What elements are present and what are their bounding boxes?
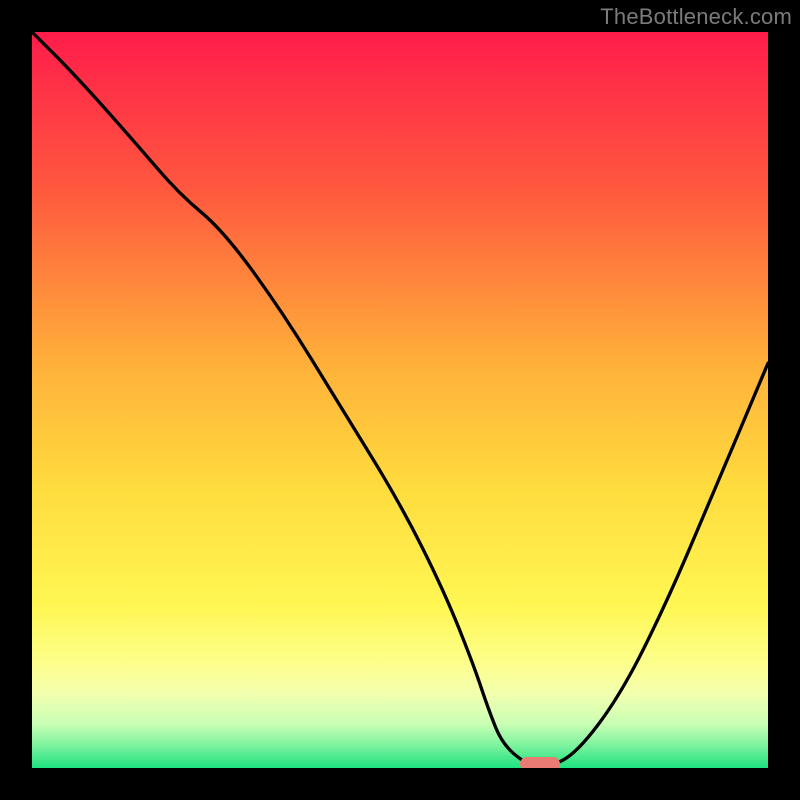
chart-frame: TheBottleneck.com xyxy=(0,0,800,800)
plot-area xyxy=(32,32,768,768)
bottleneck-curve xyxy=(32,32,768,768)
optimal-marker xyxy=(520,757,560,768)
watermark-text: TheBottleneck.com xyxy=(600,4,792,30)
curve-layer xyxy=(32,32,768,768)
